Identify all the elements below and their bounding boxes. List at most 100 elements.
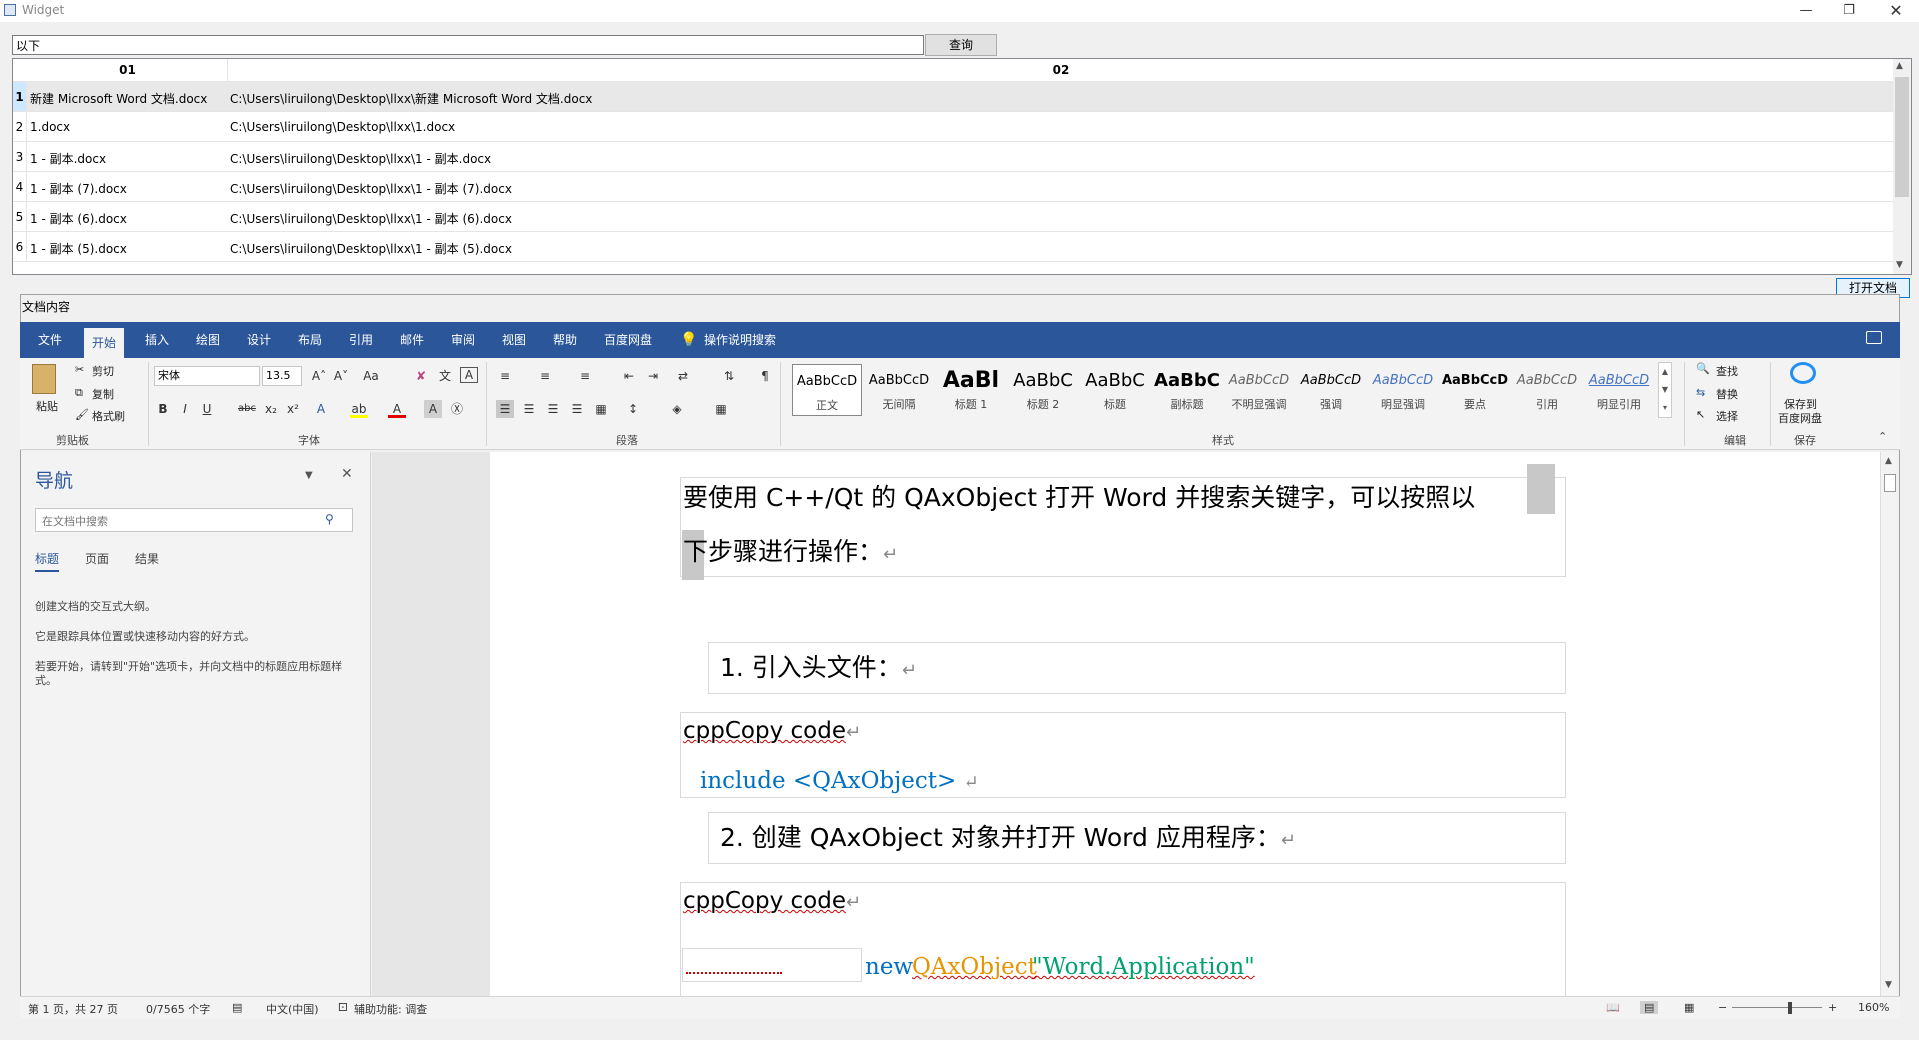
strikethrough-icon[interactable]: abc [238, 400, 256, 418]
styles-scroll-icon[interactable]: ▲ ▼ ▾ [1658, 362, 1672, 418]
document-paragraph[interactable]: 下步骤进行操作：↵ [683, 532, 898, 568]
style-quote[interactable]: AaBbCcD 引用 [1512, 364, 1582, 416]
shrink-font-icon[interactable]: A˅ [332, 367, 350, 385]
line-spacing-icon[interactable]: ↕ [624, 400, 642, 418]
list-item[interactable]: 1. 引入头文件：↵ [720, 648, 917, 684]
distributed-icon[interactable]: ▦ [592, 400, 610, 418]
tab-baidu-netdisk[interactable]: 百度网盘 [596, 322, 660, 358]
scroll-down-icon[interactable]: ▼ [1885, 980, 1892, 990]
zoom-slider-thumb[interactable] [1788, 1002, 1792, 1014]
format-painter-icon[interactable]: 🖌 [75, 408, 89, 421]
align-left-icon[interactable]: ☰ [496, 400, 514, 418]
nav-tab-headings[interactable]: 标题 [35, 550, 60, 572]
align-center-icon[interactable]: ☰ [520, 400, 538, 418]
font-size-combo[interactable]: 13.5 [262, 366, 302, 386]
accessibility-status[interactable]: 辅助功能: 调查 [354, 1001, 427, 1017]
tab-layout[interactable]: 布局 [290, 322, 330, 358]
code-block-title[interactable]: cppCopy code↵ [683, 888, 861, 914]
copy-button[interactable]: 复制 [92, 386, 114, 402]
document-paragraph[interactable]: 要使用 C++/Qt 的 QAxObject 打开 Word 并搜索关键字，可以… [683, 478, 1475, 514]
paste-icon[interactable] [32, 364, 56, 394]
zoom-level[interactable]: 160% [1858, 1001, 1889, 1014]
search-input[interactable] [12, 35, 924, 55]
bold-icon[interactable]: B [154, 400, 172, 418]
nav-tab-results[interactable]: 结果 [135, 550, 159, 567]
baidu-netdisk-label[interactable]: 百度网盘 [1778, 410, 1822, 426]
word-count[interactable]: 0/7565 个字 [146, 1001, 210, 1017]
table-row[interactable]: 3 1 - 副本.docx C:\Users\liruilong\Desktop… [13, 142, 1893, 172]
table-row[interactable]: 2 1.docx C:\Users\liruilong\Desktop\llxx… [13, 112, 1893, 142]
scroll-up-icon[interactable]: ▲ [1896, 61, 1903, 71]
find-button[interactable]: 查找 [1716, 363, 1738, 379]
code-line[interactable]: include <QAxObject> ↵ [700, 768, 979, 794]
align-right-icon[interactable]: ☰ [544, 400, 562, 418]
column-header-02[interactable]: 02 [229, 59, 1893, 82]
format-painter-button[interactable]: 格式刷 [92, 408, 125, 424]
change-case-icon[interactable]: Aa [362, 367, 380, 385]
page-count[interactable]: 第 1 页，共 27 页 [28, 1001, 118, 1017]
query-button[interactable]: 查询 [925, 34, 997, 56]
table-row[interactable]: 1 新建 Microsoft Word 文档.docx C:\Users\lir… [13, 82, 1893, 112]
nav-close-icon[interactable]: ✕ [341, 466, 353, 482]
text-effects-icon[interactable]: A [312, 400, 330, 418]
tab-insert[interactable]: 插入 [137, 322, 177, 358]
underline-icon[interactable]: U [198, 400, 216, 418]
numbering-icon[interactable]: ≡ [536, 367, 554, 385]
show-marks-icon[interactable]: ¶ [756, 367, 774, 385]
tab-design[interactable]: 设计 [239, 322, 279, 358]
clear-formatting-icon[interactable]: ✘ [412, 367, 430, 385]
scroll-down-icon[interactable]: ▼ [1896, 260, 1903, 270]
multilevel-list-icon[interactable]: ≡ [576, 367, 594, 385]
list-item[interactable]: 2. 创建 QAxObject 对象并打开 Word 应用程序：↵ [720, 818, 1296, 854]
superscript-icon[interactable]: x² [284, 400, 302, 418]
zoom-in-icon[interactable]: + [1828, 1001, 1837, 1014]
print-layout-icon[interactable]: ▤ [1640, 1001, 1659, 1014]
nav-search-input[interactable]: 在文档中搜索 [35, 508, 353, 532]
read-mode-icon[interactable]: 📖 [1606, 1001, 1620, 1014]
tab-review[interactable]: 审阅 [443, 322, 483, 358]
table-row[interactable]: 6 1 - 副本 (5).docx C:\Users\liruilong\Des… [13, 232, 1893, 262]
chinese-layout-icon[interactable]: ⇄ [674, 367, 692, 385]
decrease-indent-icon[interactable]: ⇤ [620, 367, 638, 385]
code-block-title[interactable]: cppCopy code↵ [683, 718, 861, 744]
tab-file[interactable]: 文件 [30, 322, 70, 358]
style-no-spacing[interactable]: AaBbCcD 无间隔 [864, 364, 934, 416]
style-strong[interactable]: AaBbCcD 要点 [1440, 364, 1510, 416]
subscript-icon[interactable]: x₂ [262, 400, 280, 418]
tab-mailings[interactable]: 邮件 [392, 322, 432, 358]
code-string[interactable]: "Word.Application" [1032, 954, 1255, 980]
bullets-icon[interactable]: ≡ [496, 367, 514, 385]
zoom-out-icon[interactable]: − [1718, 1001, 1727, 1014]
scroll-thumb[interactable] [1895, 77, 1909, 197]
code-keyword[interactable]: new [865, 954, 913, 980]
cut-button[interactable]: 剪切 [92, 363, 114, 379]
char-shading-icon[interactable]: A [424, 400, 442, 418]
close-icon[interactable]: ✕ [1873, 0, 1919, 22]
tab-draw[interactable]: 绘图 [188, 322, 228, 358]
borders-icon[interactable]: ▦ [712, 400, 730, 418]
zoom-slider[interactable] [1732, 1007, 1822, 1008]
nav-options-icon[interactable]: ▼ [305, 470, 313, 481]
tab-references[interactable]: 引用 [341, 322, 381, 358]
replace-icon[interactable]: ⇆ [1696, 386, 1705, 399]
scroll-up-icon[interactable]: ▲ [1885, 456, 1892, 466]
style-intense-emphasis[interactable]: AaBbCcD 明显强调 [1368, 364, 1438, 416]
language-indicator[interactable]: 中文(中国) [266, 1001, 319, 1017]
table-row[interactable]: 5 1 - 副本 (6).docx C:\Users\liruilong\Des… [13, 202, 1893, 232]
replace-button[interactable]: 替换 [1716, 386, 1738, 402]
scroll-thumb[interactable] [1884, 474, 1896, 492]
highlight-icon[interactable]: ab [350, 400, 368, 418]
phonetic-guide-icon[interactable]: 文 [436, 367, 454, 385]
comments-icon[interactable] [1866, 331, 1882, 344]
tab-home[interactable]: 开始 [84, 328, 125, 358]
search-icon[interactable]: ⚲ [325, 512, 334, 526]
column-header-01[interactable]: 01 [28, 59, 228, 82]
style-subtitle[interactable]: AaBbC 副标题 [1152, 364, 1222, 416]
select-button[interactable]: 选择 [1716, 408, 1738, 424]
style-heading-2[interactable]: AaBbC 标题 2 [1008, 364, 1078, 416]
table-scrollbar[interactable]: ▲ ▼ [1893, 59, 1911, 274]
char-border-icon[interactable]: A [460, 367, 478, 383]
font-name-combo[interactable]: 宋体 [154, 366, 260, 386]
style-subtle-emphasis[interactable]: AaBbCcD 不明显强调 [1224, 364, 1294, 416]
tab-view[interactable]: 视图 [494, 322, 534, 358]
